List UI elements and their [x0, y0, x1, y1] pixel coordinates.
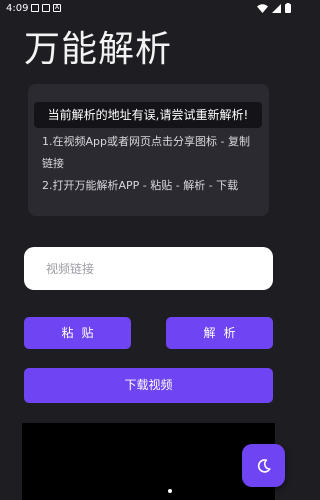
error-message: 当前解析的地址有误,请尝试重新解析!	[34, 102, 262, 128]
download-video-button[interactable]: 下载视频	[24, 368, 273, 403]
notification-icon	[42, 4, 50, 12]
status-icons	[257, 3, 291, 13]
parse-button[interactable]: 解析	[166, 317, 273, 349]
home-indicator	[168, 489, 172, 493]
theme-toggle-button[interactable]	[242, 444, 285, 487]
paste-button[interactable]: 粘贴	[24, 317, 131, 349]
battery-icon	[285, 3, 291, 13]
notification-icons: A	[31, 4, 61, 12]
signal-icon	[272, 3, 281, 13]
instruction-step-1: 1.在视频App或者网页点击分享图标 - 复制	[42, 135, 250, 148]
video-link-input[interactable]	[24, 247, 273, 290]
status-time: 4:09	[6, 3, 29, 14]
instruction-step-1-continued: 链接	[42, 157, 64, 170]
moon-icon	[257, 458, 271, 473]
instruction-step-2: 2.打开万能解析APP - 粘贴 - 解析 - 下载	[42, 179, 239, 192]
notification-a-icon: A	[53, 4, 61, 12]
notification-icon	[31, 4, 39, 12]
wifi-icon	[257, 3, 268, 13]
status-bar: 4:09 A	[0, 0, 297, 18]
app-title: 万能解析	[24, 29, 173, 70]
video-player[interactable]	[22, 423, 275, 500]
info-card: 当前解析的地址有误,请尝试重新解析! 1.在视频App或者网页点击分享图标 - …	[28, 84, 269, 216]
